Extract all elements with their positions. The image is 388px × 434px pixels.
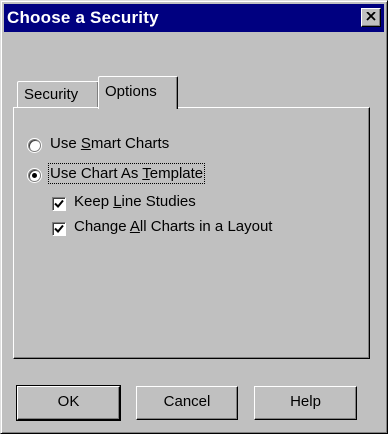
title-bar[interactable]: Choose a Security [4,4,384,32]
ok-button[interactable]: OK [16,385,121,421]
tab-options-label: Options [105,83,157,100]
label-text: ine Studies [121,193,196,210]
accelerator-key: S [80,135,91,152]
radio-use-chart-as-template[interactable] [28,169,41,182]
label-text: Use [50,135,81,152]
radio-use-smart-charts-label[interactable]: Use Smart Charts [50,135,169,152]
tab-security-label: Security [24,86,79,103]
radio-selected-dot [32,173,37,178]
radio-use-chart-as-template-label[interactable]: Use Chart As Template [47,163,206,184]
accelerator-key: T [142,165,150,182]
checkmark-icon [54,224,64,233]
checkbox-change-all-charts-label[interactable]: Change All Charts in a Layout [74,218,272,235]
accelerator-key: L [113,193,122,210]
label-text: Keep [74,193,114,210]
accelerator-key: A [129,218,140,235]
close-icon [366,12,376,21]
checkbox-keep-line-studies-label[interactable]: Keep Line Studies [74,193,196,210]
label-text: ll Charts in a Layout [139,218,273,235]
label-text: mart Charts [90,135,170,152]
radio-use-smart-charts[interactable] [28,139,41,152]
tab-security[interactable]: Security [17,81,99,109]
options-panel: Use Smart Charts Use Chart As Template K… [13,107,370,359]
label-text: Use Chart As [50,165,143,182]
help-button[interactable]: Help [254,386,357,420]
close-button[interactable] [361,8,381,27]
checkbox-change-all-charts[interactable] [52,222,66,236]
label-text: emplate [149,165,204,182]
cancel-button[interactable]: Cancel [136,386,238,420]
active-tab-join [99,107,176,109]
tab-options[interactable]: Options [98,76,178,109]
label-text: Change [74,218,130,235]
window-title: Choose a Security [7,8,159,27]
checkbox-keep-line-studies[interactable] [52,197,66,211]
checkmark-icon [54,199,64,208]
choose-security-dialog: Choose a Security Security Options Use S… [0,0,388,434]
